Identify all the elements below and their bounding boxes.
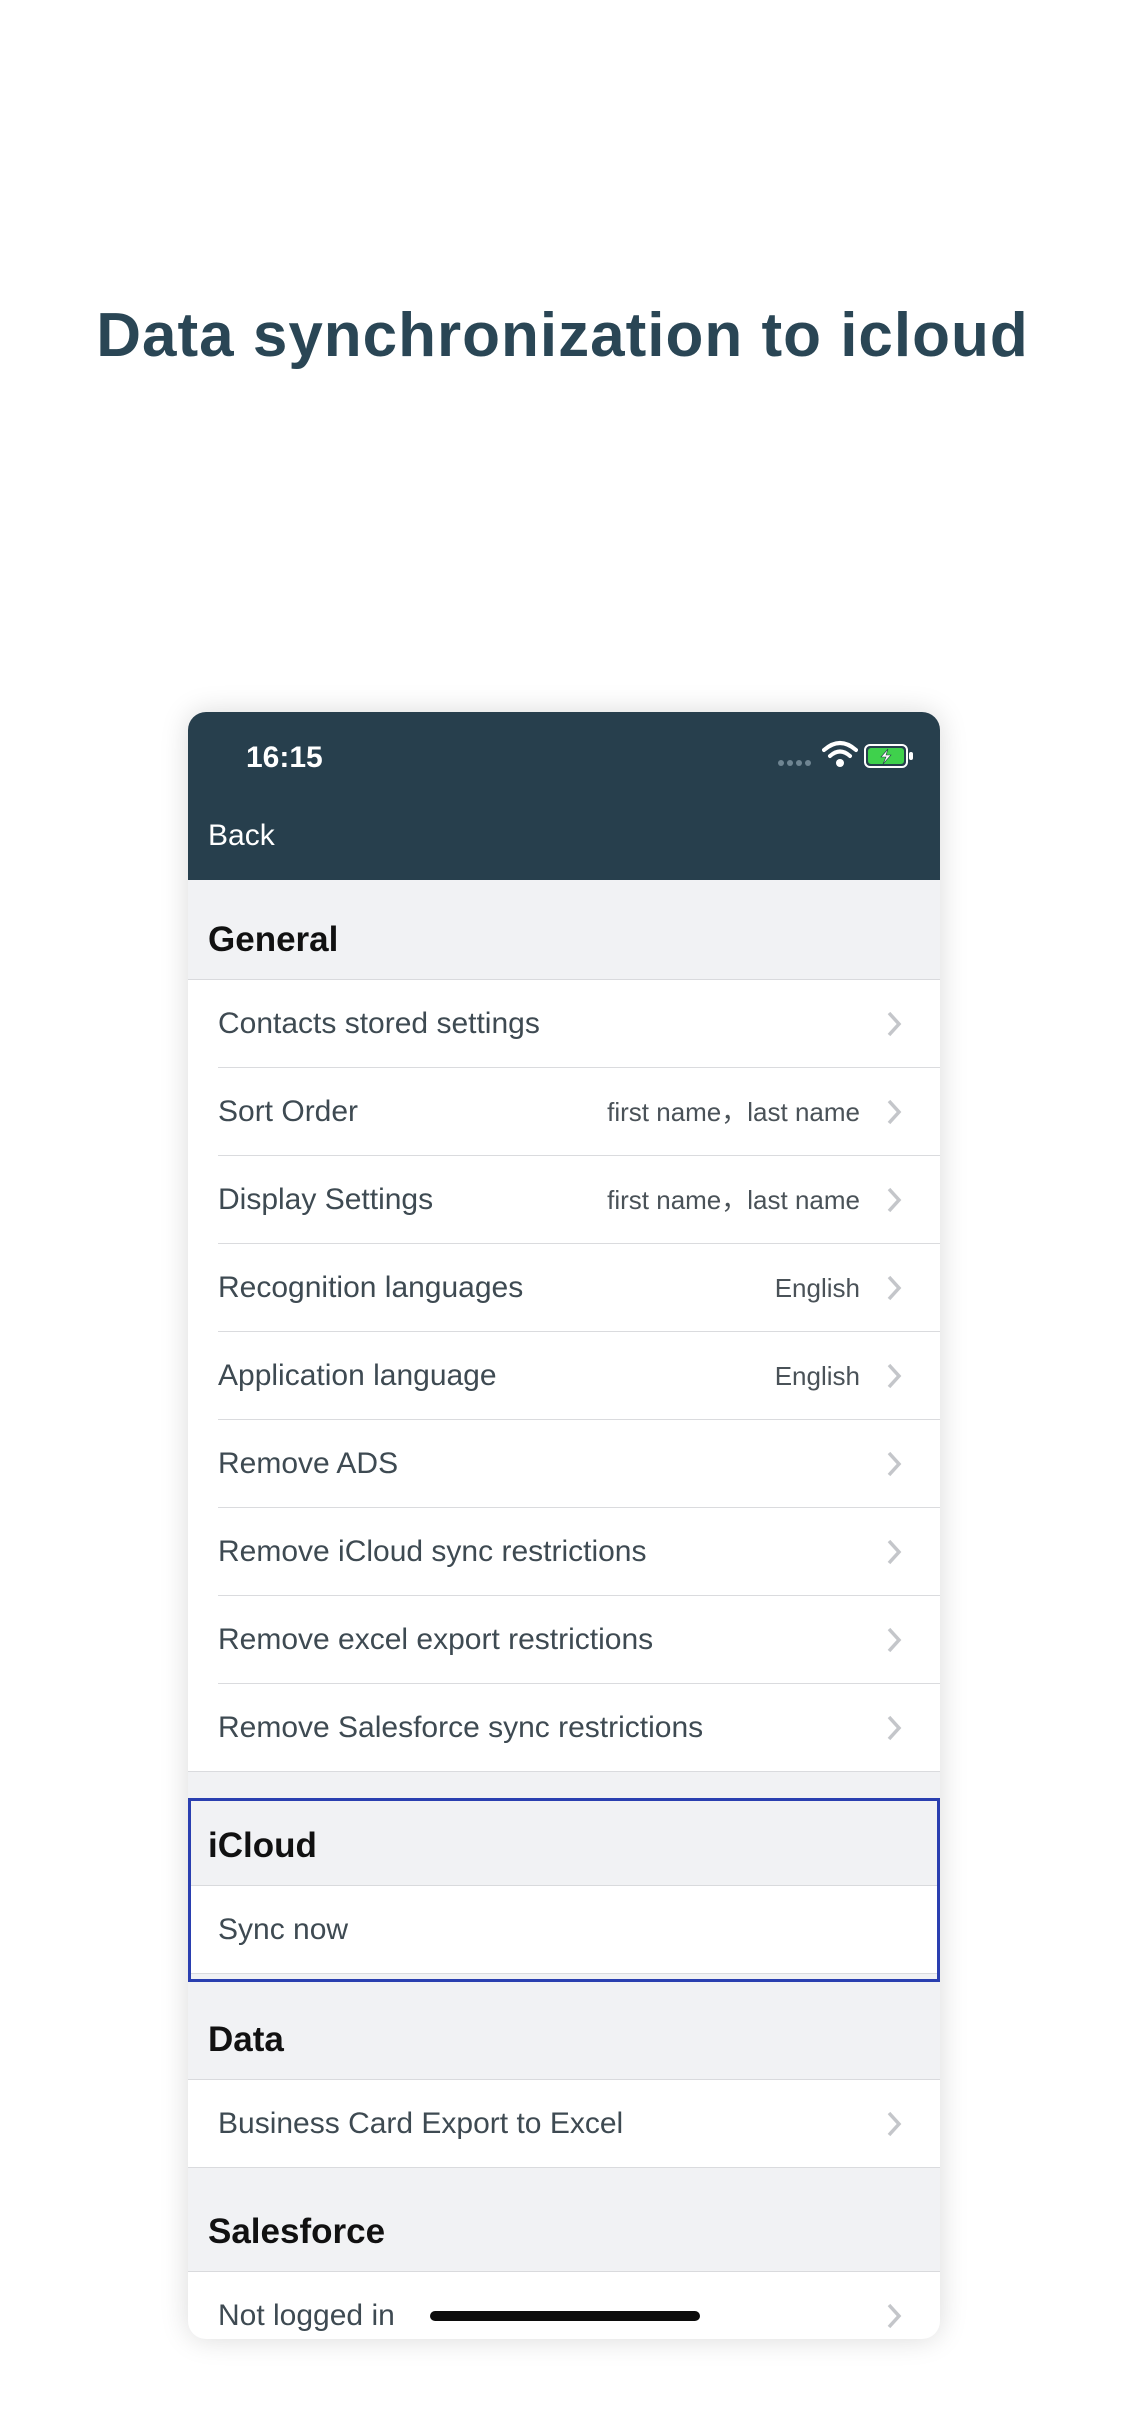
- chevron-right-icon: [887, 2111, 902, 2137]
- section-header-general: General: [188, 880, 940, 980]
- navigation-bar: 16:15 Back: [188, 712, 940, 880]
- row-label: Display Settings: [218, 1183, 434, 1216]
- chevron-right-icon: [887, 2303, 902, 2329]
- row-label: Application language: [218, 1359, 497, 1392]
- row-sort-order[interactable]: Sort Order first name，last name: [188, 1068, 940, 1156]
- promo-headline: Data synchronization to icloud: [96, 301, 1029, 370]
- row-business-card-export-to-excel[interactable]: Business Card Export to Excel: [188, 2080, 940, 2168]
- section-title: General: [208, 920, 339, 959]
- status-time: 16:15: [246, 741, 323, 774]
- chevron-right-icon: [887, 1011, 902, 1037]
- chevron-right-icon: [887, 1715, 902, 1741]
- chevron-right-icon: [887, 1099, 902, 1125]
- row-label: Recognition languages: [218, 1271, 524, 1304]
- back-button[interactable]: Back: [208, 816, 275, 856]
- row-recognition-languages[interactable]: Recognition languages English: [188, 1244, 940, 1332]
- row-application-language[interactable]: Application language English: [188, 1332, 940, 1420]
- row-contacts-stored-settings[interactable]: Contacts stored settings: [188, 980, 940, 1068]
- cellular-signal-icon: [778, 760, 812, 768]
- phone-screenshot: 16:15 Back General Contacts stored setti…: [188, 712, 940, 2339]
- chevron-right-icon: [887, 1627, 902, 1653]
- section-header-icloud: iCloud: [188, 1800, 940, 1886]
- row-label: Remove Salesforce sync restrictions: [218, 1711, 704, 1744]
- row-display-settings[interactable]: Display Settings first name，last name: [188, 1156, 940, 1244]
- row-remove-icloud-sync-restrictions[interactable]: Remove iCloud sync restrictions: [188, 1508, 940, 1596]
- row-sync-now[interactable]: Sync now: [188, 1886, 940, 1974]
- home-indicator[interactable]: [430, 2311, 700, 2321]
- chevron-right-icon: [887, 1363, 902, 1389]
- section-title: Salesforce: [208, 2212, 386, 2251]
- section-title: iCloud: [208, 1826, 317, 1865]
- section-header-salesforce: Salesforce: [188, 2168, 940, 2272]
- row-remove-excel-export-restrictions[interactable]: Remove excel export restrictions: [188, 1596, 940, 1684]
- battery-charging-icon: [864, 744, 913, 768]
- chevron-right-icon: [887, 1187, 902, 1213]
- row-remove-salesforce-sync-restrictions[interactable]: Remove Salesforce sync restrictions: [188, 1684, 940, 1772]
- row-label: Remove excel export restrictions: [218, 1623, 654, 1656]
- row-value: English: [774, 1273, 860, 1303]
- row-value: first name，last name: [607, 1185, 860, 1215]
- row-label: Remove iCloud sync restrictions: [218, 1535, 647, 1568]
- chevron-right-icon: [887, 1275, 902, 1301]
- section-title: Data: [208, 2020, 284, 2059]
- row-not-logged-in[interactable]: Not logged in: [188, 2272, 940, 2339]
- row-label: Sort Order: [218, 1095, 359, 1128]
- row-label: Not logged in: [218, 2299, 395, 2332]
- chevron-right-icon: [887, 1539, 902, 1565]
- row-label: Contacts stored settings: [218, 1007, 540, 1040]
- row-label: Business Card Export to Excel: [218, 2107, 624, 2140]
- row-label: Sync now: [218, 1913, 349, 1946]
- chevron-right-icon: [887, 1451, 902, 1477]
- wifi-icon: [822, 741, 858, 767]
- row-label: Remove ADS: [218, 1447, 399, 1480]
- row-remove-ads[interactable]: Remove ADS: [188, 1420, 940, 1508]
- section-header-data: Data: [188, 1982, 940, 2080]
- row-value: first name，last name: [607, 1097, 860, 1127]
- row-value: English: [774, 1361, 860, 1391]
